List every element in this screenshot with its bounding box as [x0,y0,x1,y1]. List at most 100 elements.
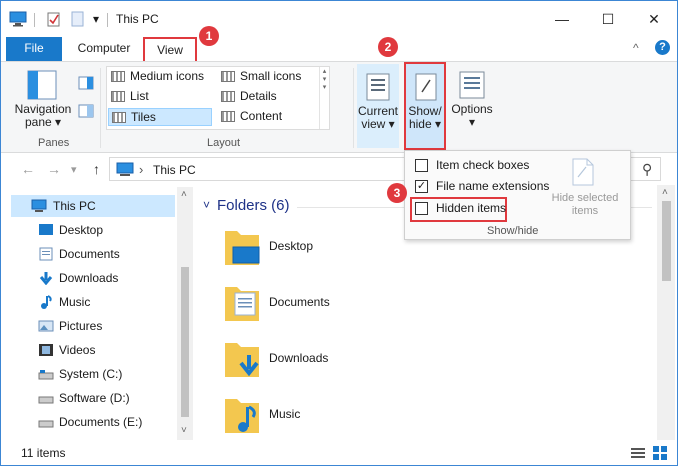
hide-selected-label: Hide selected [551,192,619,204]
layout-tiles[interactable]: Tiles [108,108,212,126]
sidebar-item-this-pc[interactable]: This PC [11,195,175,217]
details-view-icon[interactable] [631,447,645,459]
small-icons-icon [221,71,235,82]
downloads-icon [39,272,53,285]
title-bar: ▾ This PC — ☐ ✕ [1,1,677,37]
hidden-items-label[interactable]: Hidden items [436,201,506,215]
current-view-button[interactable]: Current view ▾ [357,64,399,148]
status-bar: 11 items [1,441,677,465]
sidebar-item-videos[interactable]: Videos [21,339,171,361]
options-icon[interactable] [457,70,487,100]
drive-icon [38,420,54,428]
layout-medium-icons[interactable]: Medium icons [108,68,212,86]
music-folder-icon [225,399,259,433]
list-icon [111,91,125,102]
this-pc-icon [116,162,134,176]
desktop-folder-icon [225,231,260,265]
sidebar-item-documents-e[interactable]: Documents (E:) [21,411,171,433]
scroll-up-icon[interactable]: ˄ [181,189,187,200]
recent-locations-icon[interactable]: ▾ [71,163,77,176]
scroll-down-icon[interactable]: ˅ [181,425,187,436]
minimize-button[interactable]: — [539,1,585,37]
sidebar-item-pictures[interactable]: Pictures [21,315,171,337]
up-icon[interactable]: ↑ [93,161,100,177]
this-pc-icon [9,11,27,27]
window-title: This PC [116,12,159,26]
folder-label: Desktop [269,239,314,253]
layout-details[interactable]: Details [218,88,318,106]
sidebar-scroll-thumb[interactable] [181,267,189,417]
new-folder-icon[interactable] [71,11,85,27]
item-check-boxes-label[interactable]: Item check boxes [436,158,529,172]
documents-icon [39,247,53,261]
layout-small-icons[interactable]: Small icons [218,68,318,86]
folder-label: Documents [269,295,330,309]
annotation-badge-2: 2 [378,37,398,57]
sidebar-item-documents[interactable]: Documents [21,243,171,265]
show-hide-button[interactable]: Show/ hide ▾ [404,62,446,150]
hide-selected-sublabel: items [571,205,599,217]
content-icon [221,111,235,122]
help-icon[interactable]: ? [655,40,670,55]
file-name-extensions-checkbox[interactable]: ✓ [415,180,428,193]
maximize-icon: ☐ [601,10,615,27]
drive-icon [38,370,54,380]
large-icons-view-icon[interactable] [653,446,667,460]
layout-list[interactable]: List [108,88,212,106]
sidebar-item-downloads[interactable]: Downloads [21,267,171,289]
navigation-pane-sublabel: pane ▾ [24,115,62,129]
layout-gallery-scroller[interactable]: ▴ ▾ ▾ [319,67,329,129]
options-sublabel: ▾ [468,115,476,129]
layout-gallery: Medium icons Small icons List Details Ti… [106,66,330,130]
qat-separator [107,13,108,27]
item-check-boxes-checkbox[interactable] [415,159,428,172]
back-icon[interactable]: ← [21,161,35,177]
collapse-ribbon-icon[interactable]: ^ [633,41,639,55]
tab-file[interactable]: File [6,37,62,61]
navigation-pane-icon[interactable] [27,70,57,100]
layout-group-label: Layout [207,137,241,149]
close-button[interactable]: ✕ [631,1,677,37]
hide-selected-items-button[interactable]: Hide selected items [545,192,625,218]
panes-group-label: Panes [38,137,70,149]
collapse-group-icon[interactable]: ˅ [203,198,210,212]
tab-view[interactable]: View [143,37,197,61]
sidebar-item-system-c[interactable]: System (C:) [21,363,171,385]
breadcrumb-separator-icon: › [139,162,144,177]
tab-computer[interactable]: Computer [71,37,137,61]
maximize-button[interactable]: ☐ [585,1,631,37]
show-hide-dropdown: Item check boxes ✓ File name extensions … [404,150,631,240]
breadcrumb-this-pc[interactable]: This PC [153,163,196,177]
navigation-pane-button[interactable]: Navigation pane ▾ [11,103,75,129]
tiles-icon [112,112,126,123]
options-button[interactable]: Options ▾ [449,103,495,129]
details-pane-icon[interactable] [78,104,94,118]
ribbon-separator [353,68,354,148]
folder-downloads[interactable]: Downloads [219,337,439,387]
scroll-up-icon[interactable]: ˄ [662,187,668,198]
qat-dropdown-icon[interactable]: ▾ [93,12,99,26]
hidden-items-checkbox[interactable] [415,202,428,215]
ribbon-view: Navigation pane ▾ Panes Medium icons Sma… [1,61,677,153]
sidebar-item-music[interactable]: Music [21,291,171,313]
folder-documents[interactable]: Documents [219,281,439,331]
annotation-badge-3: 3 [387,183,407,203]
sidebar-item-software-d[interactable]: Software (D:) [21,387,171,409]
content-scroll-thumb[interactable] [662,201,671,281]
search-icon[interactable]: ⚲ [642,161,652,178]
folders-group-header[interactable]: Folders (6) [217,197,290,214]
hide-selected-items-icon[interactable] [571,157,595,187]
properties-icon[interactable] [46,11,62,28]
layout-content[interactable]: Content [218,108,318,126]
file-name-extensions-label[interactable]: File name extensions [436,179,549,193]
documents-folder-icon [225,287,259,321]
preview-pane-icon[interactable] [78,76,94,90]
current-view-icon [366,73,390,101]
show-hide-sublabel: hide ▾ [408,117,442,131]
close-icon: ✕ [648,10,660,27]
qat-separator [34,13,35,27]
sidebar-item-desktop[interactable]: Desktop [21,219,171,241]
forward-icon[interactable]: → [47,161,61,177]
folder-music[interactable]: Music [219,393,439,443]
downloads-folder-icon [225,343,259,377]
